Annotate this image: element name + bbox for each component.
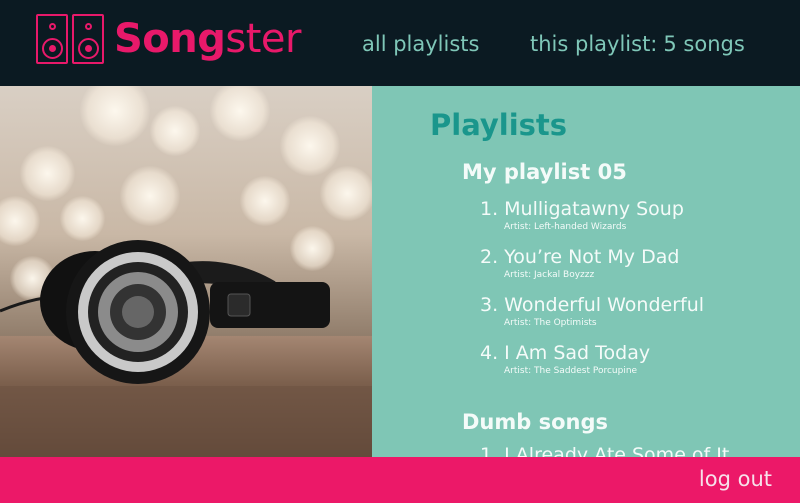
song-artist: Artist: Jackal Boyzzz bbox=[504, 270, 595, 280]
song-item[interactable]: 4. I Am Sad Today Artist: The Saddest Po… bbox=[480, 342, 650, 376]
playlist-title[interactable]: My playlist 05 bbox=[462, 160, 627, 184]
song-title: 4. I Am Sad Today bbox=[480, 342, 651, 364]
song-item[interactable]: 1. I Already Ate Some of It bbox=[480, 444, 729, 457]
song-artist: Artist: The Saddest Porcupine bbox=[504, 366, 638, 376]
song-title: 1. I Already Ate Some of It bbox=[480, 444, 730, 457]
playlists-heading: Playlists bbox=[430, 108, 568, 142]
headphones-illustration bbox=[0, 240, 372, 457]
playlist-title[interactable]: Dumb songs bbox=[462, 410, 608, 434]
song-artist: Artist: Left-handed Wizards bbox=[504, 222, 627, 232]
top-bar: Songster all playlists this playlist: 5 s… bbox=[0, 0, 800, 86]
song-title: 2. You’re Not My Dad bbox=[480, 246, 680, 268]
speaker-icon bbox=[36, 14, 68, 64]
all-playlists-link[interactable]: all playlists bbox=[362, 32, 479, 56]
app-title: Songster bbox=[114, 16, 301, 62]
bottom-bar: log out bbox=[0, 457, 800, 503]
song-item[interactable]: 1. Mulligatawny Soup Artist: Left-handed… bbox=[480, 198, 684, 232]
song-title: 3. Wonderful Wonderful bbox=[480, 294, 705, 316]
song-artist: Artist: The Optimists bbox=[504, 318, 597, 328]
playlists-panel: Playlists My playlist 05 1. Mulligatawny… bbox=[372, 86, 800, 457]
logout-button[interactable]: log out bbox=[699, 467, 772, 491]
song-title: 1. Mulligatawny Soup bbox=[480, 198, 684, 220]
song-item[interactable]: 2. You’re Not My Dad Artist: Jackal Boyz… bbox=[480, 246, 679, 280]
speaker-icon bbox=[72, 14, 104, 64]
app-logo[interactable]: Songster bbox=[36, 14, 301, 64]
headphones-photo bbox=[0, 86, 372, 457]
playlist-song-count: this playlist: 5 songs bbox=[530, 32, 745, 56]
song-item[interactable]: 3. Wonderful Wonderful Artist: The Optim… bbox=[480, 294, 704, 328]
